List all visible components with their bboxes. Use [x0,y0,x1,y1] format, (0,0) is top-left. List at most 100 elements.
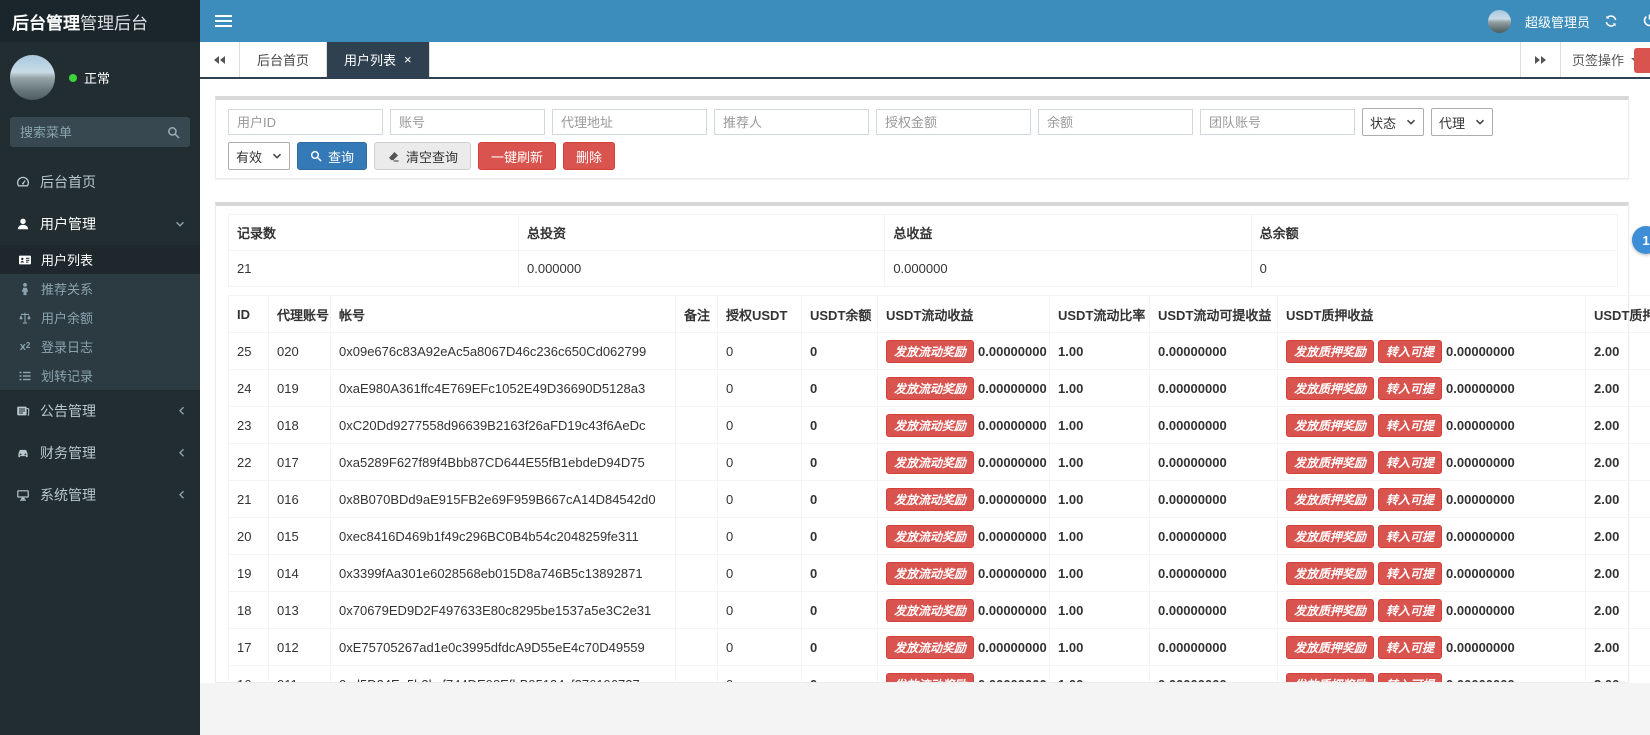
cell-account: 0xd5D24Ee5b3bcf744DE98EfbB95134cf2761967… [331,666,676,683]
subscript-icon: x2 [17,341,33,353]
grant-pledge-reward-button[interactable]: 发放质押奖励 [1286,340,1374,363]
close-icon[interactable]: × [404,53,412,66]
grant-flow-reward-button[interactable]: 发放流动奖励 [886,340,974,363]
summary-header: 总投资 [519,215,885,251]
filter-input-6[interactable] [1038,109,1193,135]
power-icon[interactable] [1642,13,1650,28]
sidebar-item-system[interactable]: 系统管理 [0,474,200,516]
filter-select-1[interactable]: 状态 [1362,108,1424,136]
sidebar-item-referrals[interactable]: 推荐关系 [0,274,200,303]
grant-flow-reward-button[interactable]: 发放流动奖励 [886,673,974,683]
cell-id: 25 [229,333,269,370]
sidebar-item-finance[interactable]: 财务管理 [0,432,200,474]
transfer-withdrawable-button[interactable]: 转入可提 [1378,377,1442,400]
sidebar-item-transfer-log[interactable]: 划转记录 [0,361,200,390]
cell-note [676,444,718,481]
filter-input-4[interactable] [714,109,869,135]
clear-button[interactable]: 清空查询 [374,142,471,170]
sidebar-item-user-balance[interactable]: 用户余额 [0,303,200,332]
sidebar-toggle-button[interactable] [200,0,246,42]
cell-flow-ratio: 1.00 [1050,629,1150,666]
transfer-withdrawable-button[interactable]: 转入可提 [1378,488,1442,511]
filter-input-3[interactable] [552,109,707,135]
transfer-withdrawable-button[interactable]: 转入可提 [1378,451,1442,474]
transfer-withdrawable-button[interactable]: 转入可提 [1378,414,1442,437]
menu-label: 用户余额 [41,308,93,327]
refresh-all-button[interactable]: 一键刷新 [478,142,556,170]
grant-pledge-reward-button[interactable]: 发放质押奖励 [1286,377,1374,400]
scale-icon [17,311,33,325]
grant-pledge-reward-button[interactable]: 发放质押奖励 [1286,525,1374,548]
grant-pledge-reward-button[interactable]: 发放质押奖励 [1286,488,1374,511]
cell-id: 23 [229,407,269,444]
grant-pledge-reward-button[interactable]: 发放质押奖励 [1286,673,1374,683]
grant-flow-reward-button[interactable]: 发放流动奖励 [886,451,974,474]
menu-label: 用户列表 [41,250,93,269]
sidebar-menu: 后台首页 用户管理 用户列表 [0,161,200,516]
menu-label: 财务管理 [40,443,96,463]
tabs-scroll-left-button[interactable] [200,42,240,77]
transfer-withdrawable-button[interactable]: 转入可提 [1378,673,1442,683]
sidebar-item-user-mgmt[interactable]: 用户管理 [0,203,200,245]
grant-flow-reward-button[interactable]: 发放流动奖励 [886,636,974,659]
transfer-withdrawable-button[interactable]: 转入可提 [1378,525,1442,548]
transfer-withdrawable-button[interactable]: 转入可提 [1378,636,1442,659]
tab-home[interactable]: 后台首页 [240,42,327,77]
tabbar: 后台首页 用户列表 × 页签操作 [200,42,1650,79]
cell-id: 22 [229,444,269,481]
filter-input-5[interactable] [876,109,1031,135]
grant-flow-reward-button[interactable]: 发放流动奖励 [886,562,974,585]
cell-pledge-income: 发放质押奖励转入可提0.00000000 [1278,666,1586,683]
cell-pledge-income: 发放质押奖励转入可提0.00000000 [1278,555,1586,592]
column-header: USDT流动收益 [878,296,1050,333]
content: 状态代理 有效 查询 [200,79,1650,733]
cell-pledge-ratio: 2.00 [1586,629,1650,666]
tabs-scroll-right-button[interactable] [1520,42,1560,77]
cell-flow-withdrawable: 0.00000000 [1150,629,1278,666]
transfer-withdrawable-button[interactable]: 转入可提 [1378,562,1442,585]
grant-pledge-reward-button[interactable]: 发放质押奖励 [1286,599,1374,622]
cell-pledge-ratio: 2.00 [1586,407,1650,444]
grant-pledge-reward-button[interactable]: 发放质押奖励 [1286,451,1374,474]
search-input[interactable] [10,125,167,140]
transfer-withdrawable-button[interactable]: 转入可提 [1378,599,1442,622]
grant-flow-reward-button[interactable]: 发放流动奖励 [886,599,974,622]
grant-pledge-reward-button[interactable]: 发放质押奖励 [1286,562,1374,585]
cell-auth-usdt: 0 [718,518,802,555]
filter-input-7[interactable] [1200,109,1355,135]
sidebar-item-home[interactable]: 后台首页 [0,161,200,203]
summary-header: 记录数 [229,215,519,251]
tab-user-list[interactable]: 用户列表 × [327,42,430,77]
grant-flow-reward-button[interactable]: 发放流动奖励 [886,525,974,548]
cell-usdt-balance: 0 [802,518,878,555]
delete-button[interactable]: 删除 [563,142,615,170]
search-button[interactable]: 查询 [297,142,367,170]
grant-flow-reward-button[interactable]: 发放流动奖励 [886,377,974,400]
grant-pledge-reward-button[interactable]: 发放质押奖励 [1286,414,1374,437]
username[interactable]: 超级管理员 [1525,12,1590,31]
cell-note [676,333,718,370]
table-row: 250200x09e676c83A92eAc5a8067D46c236c650C… [229,333,1650,370]
user-avatar[interactable] [1488,10,1511,33]
search-icon[interactable] [167,126,190,139]
tab-action-button-clipped[interactable] [1634,48,1650,73]
sidebar-item-login-log[interactable]: x2 登录日志 [0,332,200,361]
summary-value-row: 210.0000000.0000000 [229,251,1618,287]
grant-pledge-reward-button[interactable]: 发放质押奖励 [1286,636,1374,659]
grant-flow-reward-button[interactable]: 发放流动奖励 [886,488,974,511]
menu-label: 登录日志 [41,337,93,356]
filter-input-2[interactable] [390,109,545,135]
cell-id: 17 [229,629,269,666]
valid-select[interactable]: 有效 [228,142,290,170]
refresh-icon[interactable] [1604,14,1618,28]
transfer-withdrawable-button[interactable]: 转入可提 [1378,340,1442,363]
filter-select-2[interactable]: 代理 [1431,108,1493,136]
sidebar-item-user-list[interactable]: 用户列表 [0,245,200,274]
chevron-left-icon [178,448,185,458]
filter-input-1[interactable] [228,109,383,135]
summary-header: 总余额 [1251,215,1617,251]
table-scroll-area[interactable]: ID代理账号帐号备注授权USDTUSDT余额USDT流动收益USDT流动比率US… [228,295,1650,682]
grant-flow-reward-button[interactable]: 发放流动奖励 [886,414,974,437]
column-header: 备注 [676,296,718,333]
sidebar-item-announcements[interactable]: 公告管理 [0,390,200,432]
